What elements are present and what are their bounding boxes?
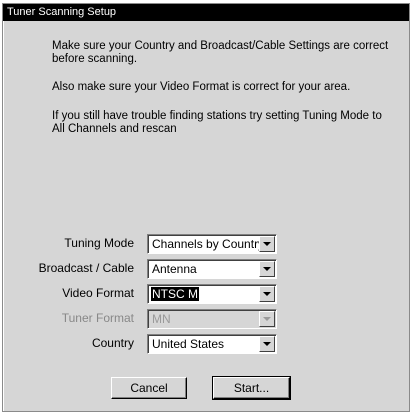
tuner-format-value: MN xyxy=(152,312,171,326)
video-format-select[interactable]: NTSC M xyxy=(147,284,277,304)
start-button[interactable]: Start... xyxy=(212,376,291,400)
broadcast-cable-value: Antenna xyxy=(152,262,197,276)
message-trouble-finding: If you still have trouble finding statio… xyxy=(52,110,382,135)
chevron-down-icon[interactable] xyxy=(259,261,275,277)
tuning-mode-value: Channels by Country xyxy=(152,237,265,251)
window-title: Tuner Scanning Setup xyxy=(3,4,409,21)
tuner-scanning-setup-dialog: Tuner Scanning Setup Make sure your Coun… xyxy=(2,3,410,412)
country-value: United States xyxy=(152,337,225,351)
broadcast-cable-label: Broadcast / Cable xyxy=(38,261,134,275)
chevron-down-icon[interactable] xyxy=(259,336,275,352)
country-select[interactable]: United States xyxy=(147,334,277,354)
video-format-value: NTSC M xyxy=(150,286,200,302)
tuner-format-label: Tuner Format xyxy=(61,311,134,325)
chevron-down-icon xyxy=(259,311,275,327)
chevron-down-icon[interactable] xyxy=(259,286,275,302)
message-check-settings: Make sure your Country and Broadcast/Cab… xyxy=(52,40,389,65)
video-format-label: Video Format xyxy=(62,286,134,300)
tuner-format-select: MN xyxy=(147,309,277,329)
message-video-format: Also make sure your Video Format is corr… xyxy=(52,81,351,93)
tuning-mode-label: Tuning Mode xyxy=(64,236,134,250)
chevron-down-icon[interactable] xyxy=(259,236,275,252)
cancel-button[interactable]: Cancel xyxy=(111,377,187,399)
tuning-mode-select[interactable]: Channels by Country xyxy=(147,234,277,254)
country-label: Country xyxy=(91,336,134,350)
broadcast-cable-select[interactable]: Antenna xyxy=(147,259,277,279)
